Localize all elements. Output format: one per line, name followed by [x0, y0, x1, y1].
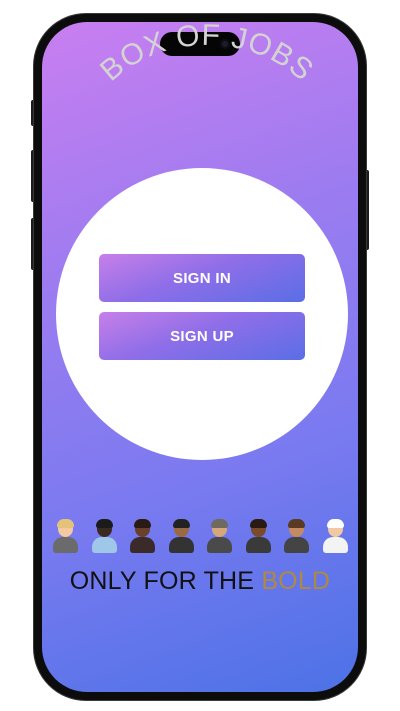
- person-body: [91, 537, 117, 553]
- man-mechanic-icon: [243, 519, 273, 553]
- person-body: [53, 537, 79, 553]
- person-body: [207, 537, 233, 553]
- person-hair: [211, 519, 229, 528]
- person-hair: [249, 519, 267, 528]
- woman-office-worker-icon: [281, 519, 311, 553]
- app-title: BOX OF JOBS: [94, 22, 320, 88]
- app-screen: BOX OF JOBS SIGN IN SIGN UP ONLY FOR THE…: [42, 22, 358, 692]
- woman-technologist-icon: [50, 519, 80, 553]
- person-hair: [95, 519, 113, 528]
- person-body: [245, 537, 271, 553]
- tagline: ONLY FOR THE BOLD: [42, 567, 358, 596]
- person-hair: [57, 519, 75, 528]
- firefighter-icon: [204, 519, 234, 553]
- man-graduate-icon: [166, 519, 196, 553]
- man-office-worker-icon: [89, 519, 119, 553]
- person-hair: [326, 519, 344, 528]
- person-hair: [172, 519, 190, 528]
- phone-frame: BOX OF JOBS SIGN IN SIGN UP ONLY FOR THE…: [34, 14, 366, 700]
- tagline-accent: BOLD: [261, 567, 331, 595]
- professions-row: [42, 516, 358, 556]
- person-body: [168, 537, 194, 553]
- tagline-prefix: ONLY FOR THE: [69, 567, 262, 595]
- man-health-worker-icon: [320, 519, 350, 553]
- person-body: [284, 537, 310, 553]
- app-title-text: BOX OF JOBS: [94, 22, 319, 88]
- person-body: [322, 537, 348, 553]
- person-body: [130, 537, 156, 553]
- person-hair: [134, 519, 152, 528]
- person-hair: [288, 519, 306, 528]
- sign-up-button[interactable]: SIGN UP: [99, 312, 305, 360]
- sign-in-button[interactable]: SIGN IN: [99, 254, 305, 302]
- stage: BOX OF JOBS SIGN IN SIGN UP ONLY FOR THE…: [0, 0, 400, 711]
- svg-text:BOX OF JOBS: BOX OF JOBS: [94, 22, 320, 88]
- woman-cook-icon: [127, 519, 157, 553]
